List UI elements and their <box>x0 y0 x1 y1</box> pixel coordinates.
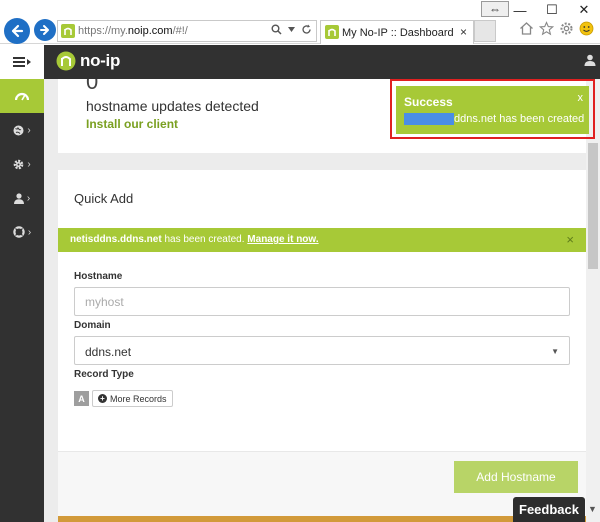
sidebar-item-settings[interactable]: › <box>0 147 44 181</box>
chevron-right-icon: › <box>26 192 31 204</box>
url-text[interactable]: https://my.noip.com/#!/ <box>78 25 188 37</box>
gear-icon <box>14 159 24 169</box>
tab-title: My No-IP :: Dashboard <box>342 27 454 39</box>
updates-label: hostname updates detected <box>86 98 259 114</box>
favorites-star-icon[interactable] <box>539 21 554 36</box>
home-icon[interactable] <box>519 21 534 36</box>
noip-logo-mark-icon <box>56 51 76 71</box>
user-icon <box>13 192 24 204</box>
sidebar-item-dashboard[interactable] <box>0 79 44 113</box>
domain-label: Domain <box>74 320 111 331</box>
chevron-right-icon: › <box>27 158 31 170</box>
main-content: 0 hostname updates detected Install our … <box>44 79 600 522</box>
sidebar-item-support[interactable]: › <box>0 215 44 249</box>
sidebar: › › › › <box>0 79 44 522</box>
hamburger-icon <box>13 57 25 67</box>
record-type-a-badge[interactable]: A <box>74 391 89 406</box>
manage-it-link[interactable]: Manage it now. <box>247 234 318 245</box>
settings-gear-icon[interactable] <box>559 21 574 36</box>
user-menu[interactable] <box>584 54 596 69</box>
hostname-label: Hostname <box>74 271 123 282</box>
menu-toggle-button[interactable] <box>0 45 44 79</box>
domain-selected-value: ddns.net <box>85 345 132 359</box>
address-bar[interactable]: https://my.noip.com/#!/ <box>57 20 317 42</box>
page-scrollbar[interactable]: ▼ <box>586 79 600 522</box>
caret-right-icon <box>27 59 31 65</box>
record-type-label: Record Type <box>74 369 134 380</box>
browser-toolbar <box>519 21 594 36</box>
refresh-icon[interactable] <box>301 24 312 35</box>
hostname-input[interactable] <box>74 287 570 316</box>
arrow-left-icon <box>11 24 24 38</box>
quick-add-card: Quick Add netisddns.ddns.net has been cr… <box>58 170 586 522</box>
globe-icon <box>13 125 24 135</box>
more-records-label: More Records <box>110 393 167 404</box>
dashboard-gauge-icon <box>15 92 29 101</box>
success-toast: Success x ddns.net has been created <box>396 86 589 134</box>
more-records-button[interactable]: + More Records <box>92 390 173 407</box>
noip-favicon-icon <box>325 25 339 39</box>
smiley-feedback-icon[interactable] <box>579 21 594 36</box>
sidebar-item-dynamic-dns[interactable]: › <box>0 113 44 147</box>
redacted-hostname <box>404 113 454 125</box>
arrow-right-icon <box>40 25 49 35</box>
scroll-down-arrow-icon[interactable]: ▼ <box>588 504 597 514</box>
toast-close-icon[interactable]: x <box>578 92 584 104</box>
tab-close-icon[interactable]: × <box>460 25 467 39</box>
window-controls: — ☐ ✕ <box>504 0 600 20</box>
browser-chrome: https://my.noip.com/#!/ My No-IP :: Dash… <box>0 0 600 44</box>
life-ring-icon <box>13 226 25 238</box>
domain-select[interactable]: ddns.net ▼ <box>74 336 570 365</box>
dropdown-arrow-icon[interactable] <box>288 27 295 32</box>
minimize-button[interactable]: — <box>504 0 536 20</box>
noip-favicon-icon <box>61 24 75 38</box>
scrollbar-thumb[interactable] <box>588 143 598 269</box>
browser-tab[interactable]: My No-IP :: Dashboard × <box>320 20 474 44</box>
search-icon[interactable] <box>271 24 282 35</box>
chevron-down-icon: ▼ <box>551 347 559 356</box>
sidebar-item-account[interactable]: › <box>0 181 44 215</box>
chevron-right-icon: › <box>27 226 32 238</box>
banner-message: netisddns.ddns.net has been created. Man… <box>70 234 319 245</box>
add-hostname-button[interactable]: Add Hostname <box>454 461 578 493</box>
app-header: no-ip <box>0 45 600 79</box>
plus-circle-icon: + <box>98 394 107 403</box>
toast-message: ddns.net has been created <box>454 113 585 125</box>
chevron-right-icon: › <box>27 124 31 136</box>
banner-hostname: netisddns.ddns.net <box>70 234 162 245</box>
maximize-button[interactable]: ☐ <box>536 0 568 20</box>
updates-count: 0 <box>86 79 99 94</box>
logo-text: no-ip <box>80 51 121 70</box>
feedback-button[interactable]: Feedback <box>513 497 585 522</box>
banner-close-icon[interactable]: × <box>566 232 574 247</box>
back-button[interactable] <box>4 18 30 44</box>
forward-button[interactable] <box>34 19 56 41</box>
close-window-button[interactable]: ✕ <box>568 0 600 20</box>
quick-add-title: Quick Add <box>74 191 134 206</box>
new-tab-button[interactable] <box>474 20 496 42</box>
toast-title: Success <box>404 95 453 109</box>
user-icon <box>584 54 596 66</box>
noip-logo[interactable]: no-ip <box>56 51 120 71</box>
install-client-link[interactable]: Install our client <box>86 117 178 131</box>
quick-add-footer: Add Hostname <box>58 451 586 522</box>
next-card-edge <box>58 516 586 522</box>
created-banner: netisddns.ddns.net has been created. Man… <box>58 228 586 252</box>
